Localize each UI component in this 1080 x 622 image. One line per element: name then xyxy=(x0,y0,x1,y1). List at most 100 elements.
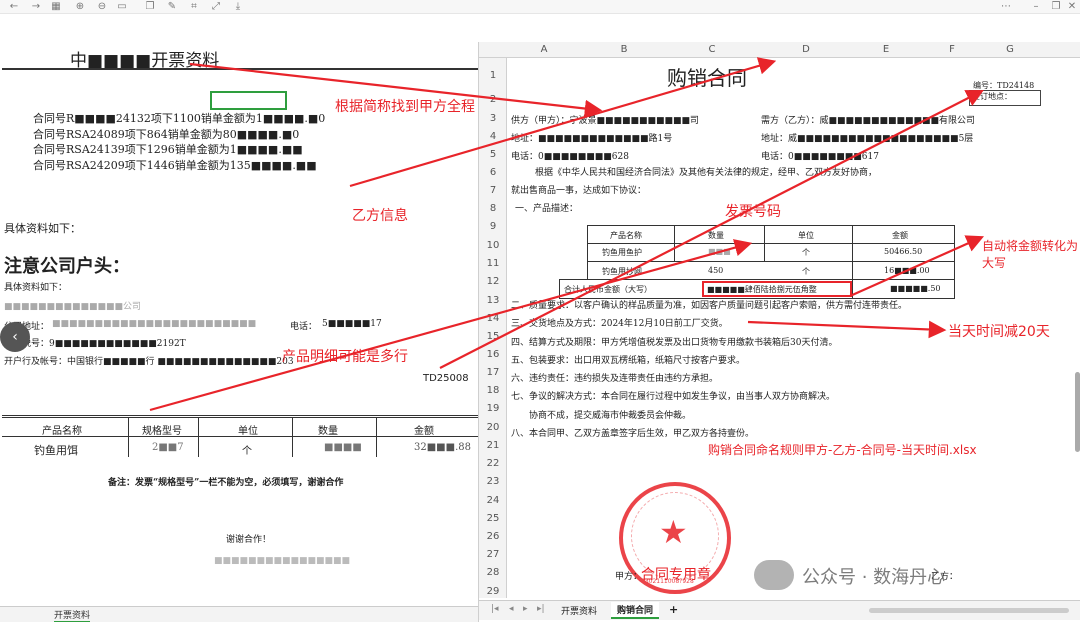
col-label[interactable]: E xyxy=(871,42,901,58)
row-label[interactable]: 21 xyxy=(479,440,507,451)
row-label[interactable]: 16 xyxy=(479,349,507,360)
col-label[interactable]: B xyxy=(609,42,639,58)
vertical-scrollbar[interactable] xyxy=(1075,372,1080,452)
prod-cell: ■■■ xyxy=(708,247,731,256)
row-label[interactable]: 10 xyxy=(479,240,507,251)
prod-col-header: 数量 xyxy=(708,231,724,240)
row-label[interactable]: 25 xyxy=(479,513,507,524)
selected-cell[interactable] xyxy=(210,91,287,110)
row-label[interactable]: 14 xyxy=(479,313,507,324)
phone-value: 5■■■■■17 xyxy=(322,319,382,329)
clause-line: 四、结算方式及期限：甲方凭增值税发票及出口货物专用缴款书装箱后30天付清。 xyxy=(511,337,838,348)
prod-col-header: 产品名称 xyxy=(610,231,642,240)
sheet-tab-bar: |◂ ◂ ▸ ▸| 开票资料 购销合同 + xyxy=(479,600,1080,620)
copy-icon[interactable]: ❐ xyxy=(144,1,156,13)
buyer-phone: 电话：0■■■■■■■■617 xyxy=(761,152,879,162)
row-label[interactable]: 1 xyxy=(479,70,507,81)
row-label[interactable]: 4 xyxy=(479,131,507,142)
horizontal-scrollbar[interactable] xyxy=(869,608,1069,613)
seal-text: 合同专用章 xyxy=(641,567,711,583)
row-label[interactable]: 24 xyxy=(479,495,507,506)
sign-place-box: 签订地点： xyxy=(969,90,1041,106)
row-label[interactable]: 23 xyxy=(479,476,507,487)
row-label[interactable]: 2 xyxy=(479,94,507,105)
image-viewer-toolbar: ← → ▦ ⊕ ⊖ ▭ ❐ ✎ ⌗ ⤢ ⤓ ⋯ – ❐ ✕ xyxy=(0,0,1080,14)
next-sheet-icon[interactable]: ▸ xyxy=(523,604,528,614)
row-label[interactable]: 12 xyxy=(479,276,507,287)
row-label[interactable]: 8 xyxy=(479,203,507,214)
row-label[interactable]: 6 xyxy=(479,167,507,178)
close-icon[interactable]: ✕ xyxy=(1066,1,1078,13)
tab-invoice-info[interactable]: 开票资料 xyxy=(561,604,597,617)
first-sheet-icon[interactable]: |◂ xyxy=(491,604,499,614)
row-label[interactable]: 26 xyxy=(479,531,507,542)
row-label[interactable]: 13 xyxy=(479,295,507,306)
minimize-icon[interactable]: – xyxy=(1030,1,1042,13)
contract-line: 合同号R■■■■24132项下1100销单金额为1■■■■.■0 xyxy=(33,112,326,125)
col-label[interactable]: A xyxy=(529,42,559,58)
row-label[interactable]: 7 xyxy=(479,185,507,196)
back-icon[interactable]: ← xyxy=(8,1,20,13)
row-label[interactable]: 20 xyxy=(479,422,507,433)
fit-icon[interactable]: ▭ xyxy=(116,1,128,13)
row-label[interactable]: 19 xyxy=(479,403,507,414)
thanks-text: 谢谢合作！ xyxy=(226,535,272,545)
tab-invoice-info[interactable]: 开票资料 xyxy=(54,608,91,622)
col-label[interactable]: D xyxy=(791,42,821,58)
edit-icon[interactable]: ✎ xyxy=(166,1,178,13)
row-label[interactable]: 29 xyxy=(479,586,507,597)
buyer-line: 需方（乙方）：威■■■■■■■■■■■■■有限公司 xyxy=(761,116,976,126)
row-label[interactable]: 17 xyxy=(479,367,507,378)
clause-line: 协商不成，提交威海市仲裁委员会仲裁。 xyxy=(529,410,692,421)
prod-cell: 50466.50 xyxy=(884,247,923,256)
total-label: 合计人民币金额（大写） xyxy=(564,285,652,294)
prod-col-header: 单位 xyxy=(798,231,814,240)
row-label[interactable]: 18 xyxy=(479,385,507,396)
row-label[interactable]: 11 xyxy=(479,258,507,269)
more-icon[interactable]: ⋯ xyxy=(1000,1,1012,13)
crop-icon[interactable]: ⌗ xyxy=(188,1,200,13)
col-header: 规格型号 xyxy=(142,426,182,437)
scroll-left-button[interactable]: ‹ xyxy=(0,322,30,352)
doc-number: TD25008 xyxy=(423,373,469,384)
annotation-multiline: 产品明细可能是多行 xyxy=(282,349,408,365)
clause-intro-2: 就出售商品一事，达成如下协议： xyxy=(511,186,647,196)
grid-icon[interactable]: ▦ xyxy=(50,1,62,13)
add-sheet-button[interactable]: + xyxy=(669,603,678,616)
col-label[interactable]: F xyxy=(937,42,967,58)
col-header: 产品名称 xyxy=(42,426,82,437)
resize-icon[interactable]: ⤢ xyxy=(210,1,222,13)
forward-icon[interactable]: → xyxy=(30,1,42,13)
contract-list: 合同号R■■■■24132项下1100销单金额为1■■■■.■0 合同号RSA2… xyxy=(33,111,325,173)
clause-line: 七、争议的解决方式：本合同在履行过程中如发生争议，由当事人双方协商解决。 xyxy=(511,392,836,403)
col-label[interactable]: C xyxy=(697,42,727,58)
blurred-text: ■■■■■■■■■■■■■■■■ xyxy=(214,556,351,566)
tab-purchase-contract[interactable]: 购销合同 xyxy=(611,602,660,619)
row-label[interactable]: 28 xyxy=(479,567,507,578)
row-label[interactable]: 15 xyxy=(479,331,507,342)
row-label[interactable]: 22 xyxy=(479,458,507,469)
col-header: 单位 xyxy=(238,426,258,437)
clause-line: 六、违约责任：违约损失及连带责任由违约方承担。 xyxy=(511,374,719,385)
total-number: ■■■■■.50 xyxy=(890,284,941,293)
clause-list: 二、质量要求：以客户确认的样品质量为准，如因客户质量问题引起客户索赔，供方需付连… xyxy=(511,297,907,443)
col-label[interactable]: G xyxy=(995,42,1025,58)
prod-cell: 个 xyxy=(802,248,810,257)
table-cell: 32■■■.88 xyxy=(414,442,471,453)
title-divider xyxy=(2,68,478,70)
col-header: 数量 xyxy=(318,426,338,437)
row-label[interactable]: 9 xyxy=(479,221,507,232)
prod-cell: 钓鱼用抄网 xyxy=(602,267,642,276)
maximize-icon[interactable]: ❐ xyxy=(1050,1,1062,13)
bank-account: 开户行及帐号：中国银行■■■■■行 ■■■■■■■■■■■■■■203 xyxy=(4,357,294,367)
prev-sheet-icon[interactable]: ◂ xyxy=(509,604,514,614)
row-label[interactable]: 5 xyxy=(479,149,507,160)
last-sheet-icon[interactable]: ▸| xyxy=(537,604,545,614)
annotation-supplier: 根据简称找到甲方全程 xyxy=(335,99,475,115)
download-icon[interactable]: ⤓ xyxy=(232,1,244,13)
row-label[interactable]: 3 xyxy=(479,113,507,124)
address-value: ■■■■■■■■■■■■■■■■■■■■■■■■ xyxy=(52,319,257,329)
row-label[interactable]: 27 xyxy=(479,549,507,560)
zoom-in-icon[interactable]: ⊕ xyxy=(74,1,86,13)
zoom-out-icon[interactable]: ⊖ xyxy=(96,1,108,13)
